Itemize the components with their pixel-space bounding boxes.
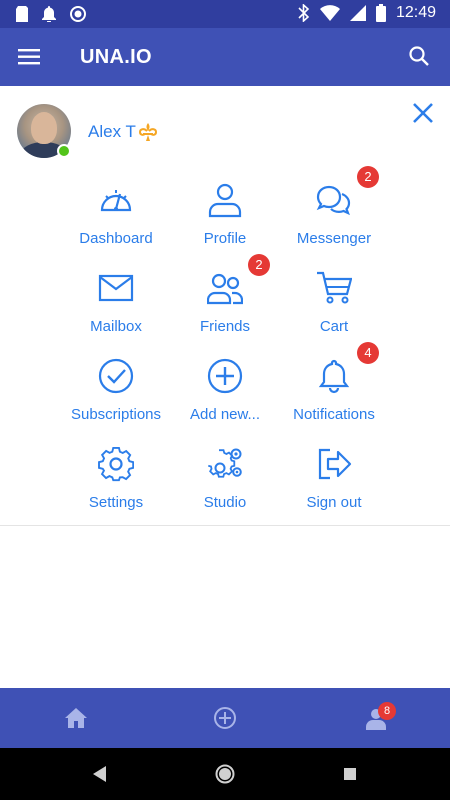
- messenger-badge: 2: [357, 166, 379, 188]
- bottom-nav-bar: 8: [0, 688, 450, 748]
- signal-icon: [349, 5, 366, 21]
- hamburger-menu-icon[interactable]: [18, 46, 42, 68]
- speedometer-icon: [100, 190, 132, 212]
- circle-icon: [70, 6, 86, 22]
- envelope-icon: [98, 274, 134, 302]
- account-badge: 8: [378, 702, 396, 720]
- menu-item-settings[interactable]: Settings: [56, 446, 176, 518]
- menu-item-dashboard[interactable]: Dashboard: [56, 182, 176, 254]
- chat-bubbles-icon: [316, 185, 351, 216]
- app-title: UNA.IO: [80, 46, 152, 68]
- user-name: Alex T: [88, 122, 136, 141]
- menu-item-label: Mailbox: [90, 318, 142, 335]
- menu-item-add-new[interactable]: Add new...: [165, 358, 285, 430]
- menu-item-label: Profile: [203, 230, 247, 247]
- battery-icon: [375, 4, 386, 22]
- menu-item-label: Settings: [88, 494, 144, 511]
- home-icon[interactable]: [64, 706, 88, 730]
- search-icon[interactable]: [408, 45, 430, 67]
- bluetooth-icon: [298, 4, 310, 22]
- person-icon: [208, 183, 242, 218]
- gears-icon: [208, 448, 242, 478]
- notifications-badge: 4: [357, 342, 379, 364]
- app-bar: UNA.IO: [0, 28, 450, 86]
- gear-icon: [98, 446, 134, 482]
- fleur-de-lis-icon: [138, 123, 157, 141]
- menu-item-label: Cart: [319, 318, 349, 335]
- account-menu-panel: Alex T Dashboard Profile Messenger 2 Mai…: [0, 86, 450, 526]
- add-circle-icon[interactable]: [213, 706, 237, 730]
- menu-item-label: Studio: [203, 494, 247, 511]
- wifi-icon: [319, 5, 340, 21]
- online-status-indicator: [57, 144, 71, 158]
- menu-item-friends[interactable]: Friends: [165, 270, 285, 342]
- menu-item-subscriptions[interactable]: Subscriptions: [56, 358, 176, 430]
- status-bar: 12:49: [0, 0, 450, 28]
- friends-badge: 2: [248, 254, 270, 276]
- menu-item-notifications[interactable]: Notifications: [274, 358, 394, 430]
- back-icon[interactable]: [90, 764, 110, 784]
- home-button-icon[interactable]: [215, 764, 235, 784]
- menu-item-mailbox[interactable]: Mailbox: [56, 270, 176, 342]
- bell-icon: [318, 359, 350, 394]
- people-icon: [207, 273, 243, 305]
- shopping-cart-icon: [317, 271, 352, 304]
- menu-item-sign-out[interactable]: Sign out: [274, 446, 394, 518]
- menu-item-label: Add new...: [189, 406, 261, 423]
- menu-item-label: Dashboard: [79, 230, 153, 247]
- avatar-face: [31, 112, 57, 144]
- status-time: 12:49: [395, 4, 436, 21]
- plus-circle-icon: [207, 358, 243, 394]
- sd-card-icon: [16, 6, 28, 22]
- user-name-link[interactable]: Alex T: [88, 122, 158, 142]
- menu-item-profile[interactable]: Profile: [165, 182, 285, 254]
- menu-item-label: Friends: [199, 318, 251, 335]
- status-right-icons: 12:49: [298, 4, 436, 22]
- menu-item-messenger[interactable]: Messenger: [274, 182, 394, 254]
- check-circle-icon: [98, 358, 134, 394]
- notification-bell-icon: [42, 6, 56, 22]
- sign-out-icon: [318, 448, 352, 480]
- system-nav-bar: [0, 748, 450, 800]
- status-left-icons: [16, 6, 86, 22]
- menu-item-label: Subscriptions: [70, 406, 162, 423]
- recents-icon[interactable]: [340, 764, 360, 784]
- menu-item-label: Notifications: [293, 406, 375, 423]
- menu-item-label: Sign out: [306, 494, 362, 511]
- close-icon[interactable]: [412, 102, 434, 124]
- menu-item-cart[interactable]: Cart: [274, 270, 394, 342]
- menu-item-label: Messenger: [296, 230, 372, 247]
- menu-item-studio[interactable]: Studio: [165, 446, 285, 518]
